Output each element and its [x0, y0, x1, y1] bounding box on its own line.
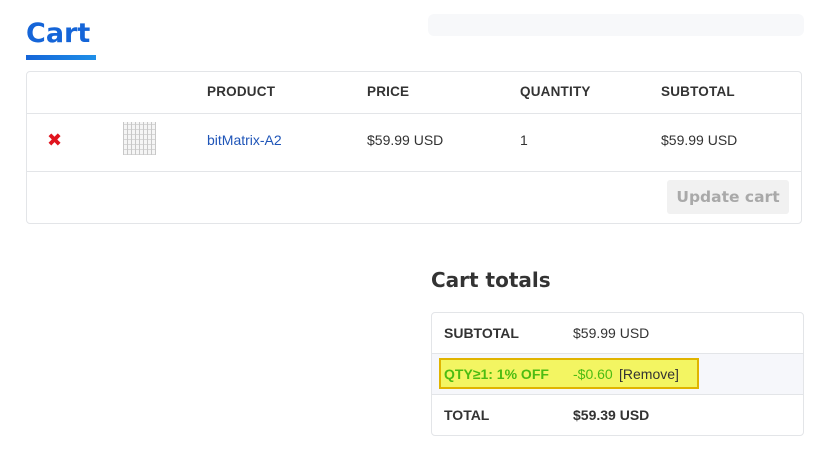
cart-totals-table: SUBTOTAL $59.99 USD QTY≥1: 1% OFF -$0.60…	[431, 312, 804, 436]
remove-coupon-link[interactable]: [Remove]	[619, 366, 679, 382]
item-subtotal: $59.99 USD	[661, 132, 738, 148]
coupon-label: QTY≥1: 1% OFF	[444, 366, 549, 382]
update-cart-button[interactable]: Update cart	[667, 180, 789, 214]
header-subtotal: SUBTOTAL	[661, 84, 735, 99]
subtotal-value: $59.99 USD	[573, 325, 650, 341]
subtotal-label: SUBTOTAL	[444, 325, 519, 341]
product-link[interactable]: bitMatrix-A2	[207, 132, 282, 148]
cart-table-header: PRODUCT PRICE QUANTITY SUBTOTAL	[27, 72, 801, 114]
title-underline	[26, 55, 96, 60]
totals-row-total: TOTAL $59.39 USD	[432, 395, 803, 435]
product-thumbnail[interactable]	[123, 122, 156, 155]
header-placeholder	[428, 14, 804, 36]
page-title: Cart	[26, 18, 91, 49]
totals-row-subtotal: SUBTOTAL $59.99 USD	[432, 313, 803, 354]
item-price: $59.99 USD	[367, 132, 444, 148]
totals-row-coupon: QTY≥1: 1% OFF -$0.60 [Remove]	[432, 354, 803, 395]
close-icon[interactable]: ✖	[47, 130, 62, 150]
total-value: $59.39 USD	[573, 407, 650, 423]
header-price: PRICE	[367, 84, 410, 99]
header-product: PRODUCT	[207, 84, 276, 99]
table-row: ✖ bitMatrix-A2 $59.99 USD 1 $59.99 USD	[27, 113, 801, 172]
item-quantity[interactable]: 1	[520, 132, 528, 148]
cart-totals-title: Cart totals	[431, 268, 551, 292]
total-label: TOTAL	[444, 407, 490, 423]
cart-table: PRODUCT PRICE QUANTITY SUBTOTAL ✖ bitMat…	[26, 71, 802, 224]
header-quantity: QUANTITY	[520, 84, 591, 99]
coupon-amount: -$0.60	[573, 366, 613, 382]
